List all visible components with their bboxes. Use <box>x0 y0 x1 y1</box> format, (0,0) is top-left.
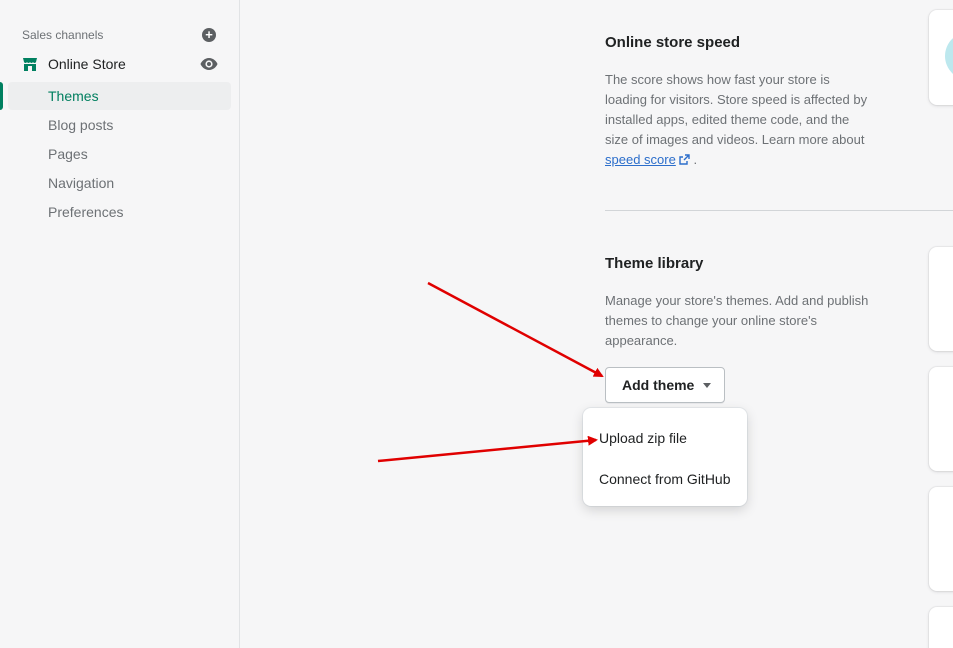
theme-card <box>929 247 953 351</box>
external-link-icon <box>679 154 690 165</box>
theme-library-title: Theme library <box>605 255 704 272</box>
arrow-to-add-theme <box>427 281 604 378</box>
add-theme-dropdown: Upload zip file Connect from GitHub <box>583 408 747 506</box>
library-desc-line: Manage your store's themes. Add and publ… <box>605 293 869 308</box>
speed-score-link[interactable]: speed score <box>605 152 676 167</box>
speed-section-title: Online store speed <box>605 34 741 51</box>
store-icon <box>23 58 37 71</box>
sidebar-item-label: Blog posts <box>48 117 114 133</box>
theme-card <box>929 367 953 471</box>
library-desc-line: themes to change your online store's <box>605 313 818 328</box>
sidebar-item-label: Navigation <box>48 175 115 191</box>
sidebar-item-themes[interactable]: Themes <box>8 82 231 110</box>
app-window: Sales channels + Online Store Themes Blo… <box>0 0 953 648</box>
speed-desc-line: The score shows how fast your store is <box>605 72 830 87</box>
upload-zip-file-option[interactable]: Upload zip file <box>599 430 687 446</box>
add-theme-label: Add theme <box>622 377 695 393</box>
sidebar-item-label: Themes <box>48 88 99 104</box>
library-desc-line: appearance. <box>605 333 678 348</box>
caret-down-icon <box>703 383 711 388</box>
plus-circle-icon[interactable]: + <box>202 28 216 42</box>
sidebar-item-label: Pages <box>48 146 88 162</box>
theme-card <box>929 607 953 648</box>
sidebar: Sales channels + Online Store Themes Blo… <box>0 0 240 648</box>
sales-channels-heading: Sales channels <box>22 28 104 42</box>
speed-score-card <box>929 10 953 105</box>
sidebar-item-label: Online Store <box>48 56 126 72</box>
sidebar-item-label: Preferences <box>48 204 124 220</box>
theme-card <box>929 487 953 591</box>
sidebar-item-navigation[interactable]: Navigation <box>8 169 231 197</box>
speed-desc-line: loading for visitors. Store speed is aff… <box>605 92 868 107</box>
add-theme-button[interactable]: Add theme <box>605 367 725 403</box>
speed-desc-line: size of images and videos. Learn more ab… <box>605 132 865 147</box>
eye-icon[interactable] <box>200 57 218 71</box>
active-indicator <box>0 82 3 110</box>
connect-github-option[interactable]: Connect from GitHub <box>599 471 731 487</box>
sidebar-item-online-store[interactable]: Online Store <box>0 52 240 76</box>
speed-score-gauge <box>945 32 953 80</box>
theme-library-description: Manage your store's themes. Add and publ… <box>605 291 895 351</box>
section-divider <box>605 210 953 211</box>
sidebar-item-blog-posts[interactable]: Blog posts <box>8 111 231 139</box>
speed-section-description: The score shows how fast your store is l… <box>605 70 895 170</box>
speed-desc-line: installed apps, edited theme code, and t… <box>605 112 850 127</box>
arrow-to-upload-zip <box>377 435 598 463</box>
sidebar-item-preferences[interactable]: Preferences <box>8 198 231 226</box>
link-suffix: . <box>693 152 698 167</box>
sidebar-item-pages[interactable]: Pages <box>8 140 231 168</box>
